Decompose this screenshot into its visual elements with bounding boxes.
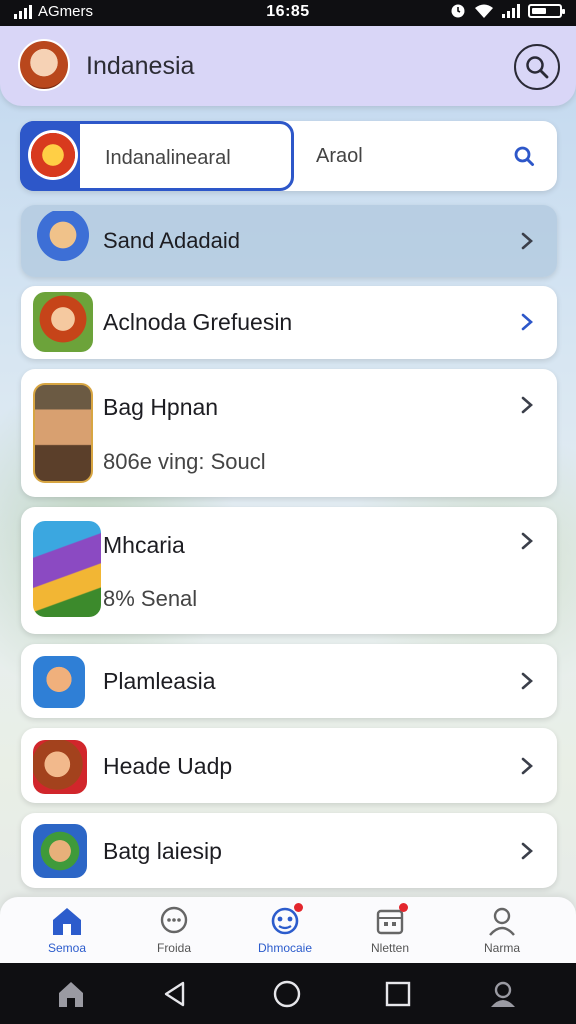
page-title: Indanesia — [86, 52, 195, 80]
category-emblem-icon — [28, 130, 78, 180]
search-bar: Indanalinearal Araol — [20, 121, 557, 191]
list-item-title: Aclnoda Grefuesin — [103, 309, 293, 335]
system-navigation-bar — [0, 963, 576, 1024]
status-bar: AGmers 16:85 — [0, 0, 576, 26]
cellular-icon — [502, 4, 520, 18]
nav-item-calendar[interactable]: Nletten — [345, 903, 435, 963]
list-item-title: Bag Hpnan — [103, 394, 219, 420]
nav-label: Froida — [156, 941, 191, 955]
back-icon — [164, 981, 185, 1007]
house-icon — [59, 982, 83, 1007]
home-icon — [53, 908, 81, 935]
list-item[interactable]: Plamleasia — [21, 644, 557, 718]
header-search-button[interactable] — [514, 44, 560, 90]
chevron-right-icon — [521, 313, 533, 331]
search-input[interactable]: Araol — [316, 145, 363, 168]
recents-button[interactable] — [381, 977, 415, 1011]
list-item[interactable]: Mhcaria 8% Senal — [21, 507, 557, 634]
alarm-icon — [451, 4, 465, 18]
list-item-title: Batg laiesip — [103, 838, 222, 864]
home-button[interactable] — [270, 977, 304, 1011]
chevron-right-icon — [521, 396, 533, 414]
list-item[interactable]: Heade Uadp — [21, 728, 557, 803]
list-item-title: Sand Adadaid — [103, 228, 241, 253]
app-header: Indanesia — [0, 26, 576, 106]
circle-icon — [273, 980, 301, 1008]
category-selector[interactable]: Indanalinearal — [20, 121, 294, 191]
assistant-button[interactable] — [486, 977, 520, 1011]
assistant-icon — [491, 981, 515, 1007]
back-button[interactable] — [158, 977, 192, 1011]
nav-item-profile[interactable]: Narma — [457, 903, 547, 963]
battery-icon — [528, 4, 565, 18]
list-item[interactable]: Batg laiesip — [21, 813, 557, 888]
search-icon — [526, 56, 549, 79]
nav-item-home[interactable]: Semoa — [22, 903, 112, 963]
chevron-right-icon — [521, 672, 533, 690]
list-item-title: Plamleasia — [103, 668, 216, 694]
profile-icon — [489, 907, 515, 936]
wifi-icon — [475, 4, 493, 18]
square-icon — [385, 981, 411, 1007]
nav-item-games[interactable]: Dhmocaie — [240, 903, 330, 963]
system-home-button[interactable] — [54, 977, 88, 1011]
game-character-icon — [33, 656, 85, 708]
nav-label: Dhmocaie — [257, 941, 313, 955]
chevron-right-icon — [521, 842, 533, 860]
chevron-right-icon — [521, 232, 533, 250]
chevron-right-icon — [521, 757, 533, 775]
nav-label: Narma — [483, 941, 520, 955]
list-item-title: Mhcaria — [103, 532, 185, 558]
game-character-icon — [33, 211, 93, 271]
list-item[interactable]: Bag Hpnan 806e ving: Soucl — [21, 369, 557, 497]
game-character-icon — [33, 292, 93, 352]
nav-label: Semoa — [47, 941, 87, 955]
avatar[interactable] — [18, 39, 70, 91]
chat-icon — [160, 906, 188, 934]
game-character-icon — [33, 740, 87, 794]
notification-badge — [294, 903, 303, 912]
list-item[interactable]: Aclnoda Grefuesin — [21, 286, 557, 359]
search-icon[interactable] — [513, 145, 535, 167]
category-badge — [20, 121, 80, 191]
nav-label: Nletten — [370, 941, 410, 955]
bottom-nav: Semoa Froida Dhmocaie Nletten Narma — [0, 897, 576, 963]
list-item[interactable]: Sand Adadaid — [21, 205, 557, 277]
game-character-icon — [33, 383, 93, 483]
list-item-subtitle: 806e ving: Soucl — [103, 449, 266, 474]
game-character-icon — [33, 824, 87, 878]
game-character-icon — [33, 521, 101, 617]
chevron-right-icon — [521, 532, 533, 550]
list-item-subtitle: 8% Senal — [103, 586, 198, 611]
category-label: Indanalinearal — [105, 147, 231, 169]
list-item-title: Heade Uadp — [103, 753, 233, 779]
notification-badge — [399, 903, 408, 912]
nav-item-chat[interactable]: Froida — [129, 903, 219, 963]
